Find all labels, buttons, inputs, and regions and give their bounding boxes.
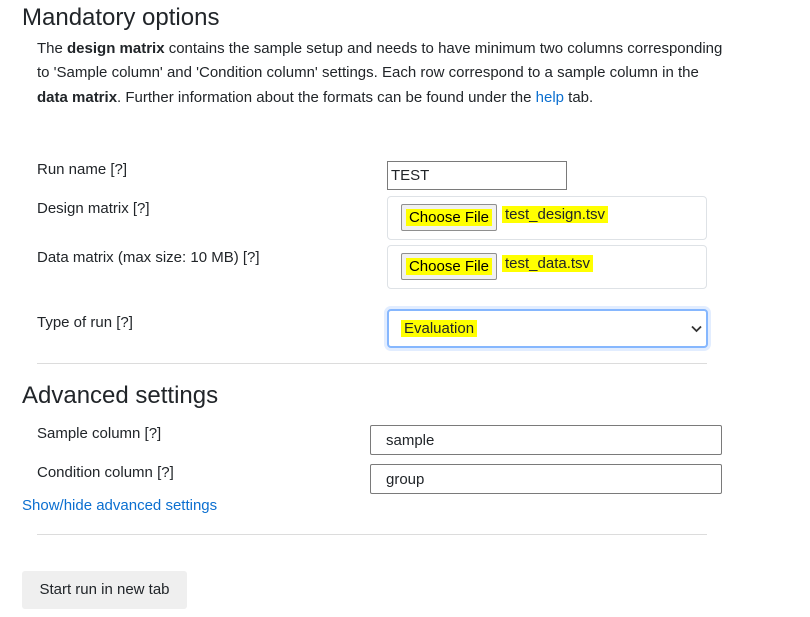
choose-file-label: Choose File — [405, 209, 493, 226]
advanced-settings-heading: Advanced settings — [22, 382, 219, 409]
chevron-down-icon — [691, 325, 702, 333]
data-matrix-label: Data matrix (max size: 10 MB) [?] — [37, 249, 260, 266]
data-matrix-term: data matrix — [37, 88, 118, 106]
description-text: tab. — [564, 88, 594, 106]
description-text: The — [37, 40, 68, 57]
condition-column-input[interactable] — [370, 464, 722, 494]
type-of-run-label: Type of run [?] — [37, 314, 133, 331]
type-of-run-selected-value: Evaluation — [401, 320, 478, 337]
show-hide-advanced-settings-link[interactable]: Show/hide advanced settings — [22, 497, 217, 514]
condition-column-label: Condition column [?] — [37, 464, 174, 481]
design-matrix-choose-file-button[interactable]: Choose File — [401, 204, 497, 231]
sample-column-input[interactable] — [370, 425, 722, 455]
help-link[interactable]: help — [536, 89, 564, 106]
design-matrix-file-name: test_design.tsv — [502, 206, 609, 223]
design-matrix-file-input[interactable]: Choose File test_design.tsv — [387, 196, 707, 240]
run-name-label: Run name [?] — [37, 161, 128, 178]
sample-column-label: Sample column [?] — [37, 425, 162, 442]
start-run-button[interactable]: Start run in new tab — [22, 571, 187, 609]
section-divider — [37, 363, 707, 364]
section-divider — [37, 534, 707, 535]
description-text: . Further information about the formats … — [117, 88, 536, 106]
run-name-input[interactable] — [387, 161, 567, 190]
mandatory-description: The design matrix contains the sample se… — [37, 37, 727, 110]
type-of-run-select[interactable]: Evaluation — [387, 309, 708, 348]
data-matrix-file-input[interactable]: Choose File test_data.tsv — [387, 245, 707, 289]
data-matrix-file-name: test_data.tsv — [502, 255, 594, 272]
choose-file-label: Choose File — [405, 258, 493, 275]
design-matrix-label: Design matrix [?] — [37, 200, 150, 217]
design-matrix-term: design matrix — [67, 40, 165, 57]
mandatory-options-heading: Mandatory options — [22, 4, 220, 31]
data-matrix-choose-file-button[interactable]: Choose File — [401, 253, 497, 280]
